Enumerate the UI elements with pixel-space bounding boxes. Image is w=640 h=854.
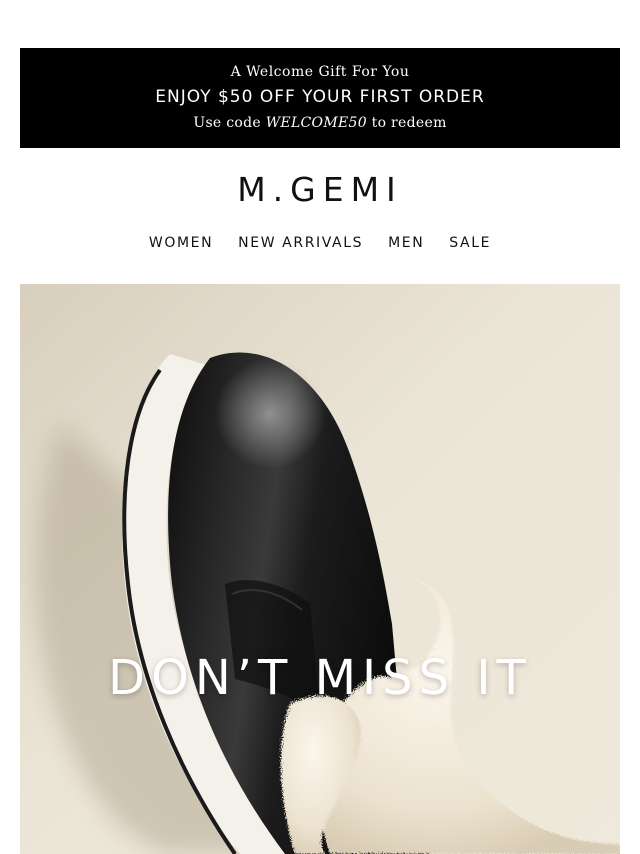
nav-item-sale[interactable]: SALE: [449, 235, 491, 251]
promo-headline: ENJOY $50 OFF YOUR FIRST ORDER: [155, 87, 485, 107]
promo-eyebrow: A Welcome Gift For You: [230, 64, 410, 80]
welcome-promo-banner[interactable]: A Welcome Gift For You ENJOY $50 OFF YOU…: [20, 48, 620, 148]
promo-code-suffix: to redeem: [366, 115, 447, 131]
nav-item-men[interactable]: MEN: [388, 235, 424, 251]
nav-item-new-arrivals[interactable]: NEW ARRIVALS: [238, 235, 363, 251]
promo-code: WELCOME50: [265, 115, 367, 131]
brand-logo[interactable]: M.GEMI: [0, 170, 640, 209]
hero-banner[interactable]: DON’T MISS IT: [20, 284, 620, 854]
hero-heading: DON’T MISS IT: [108, 650, 532, 706]
main-nav: WOMEN NEW ARRIVALS MEN SALE: [0, 235, 640, 251]
promo-code-line: Use code WELCOME50 to redeem: [20, 115, 620, 131]
nav-item-women[interactable]: WOMEN: [149, 235, 213, 251]
hero-shoe-image: [20, 284, 620, 854]
email-page: A Welcome Gift For You ENJOY $50 OFF YOU…: [0, 0, 640, 854]
promo-code-prefix: Use code: [193, 115, 266, 131]
